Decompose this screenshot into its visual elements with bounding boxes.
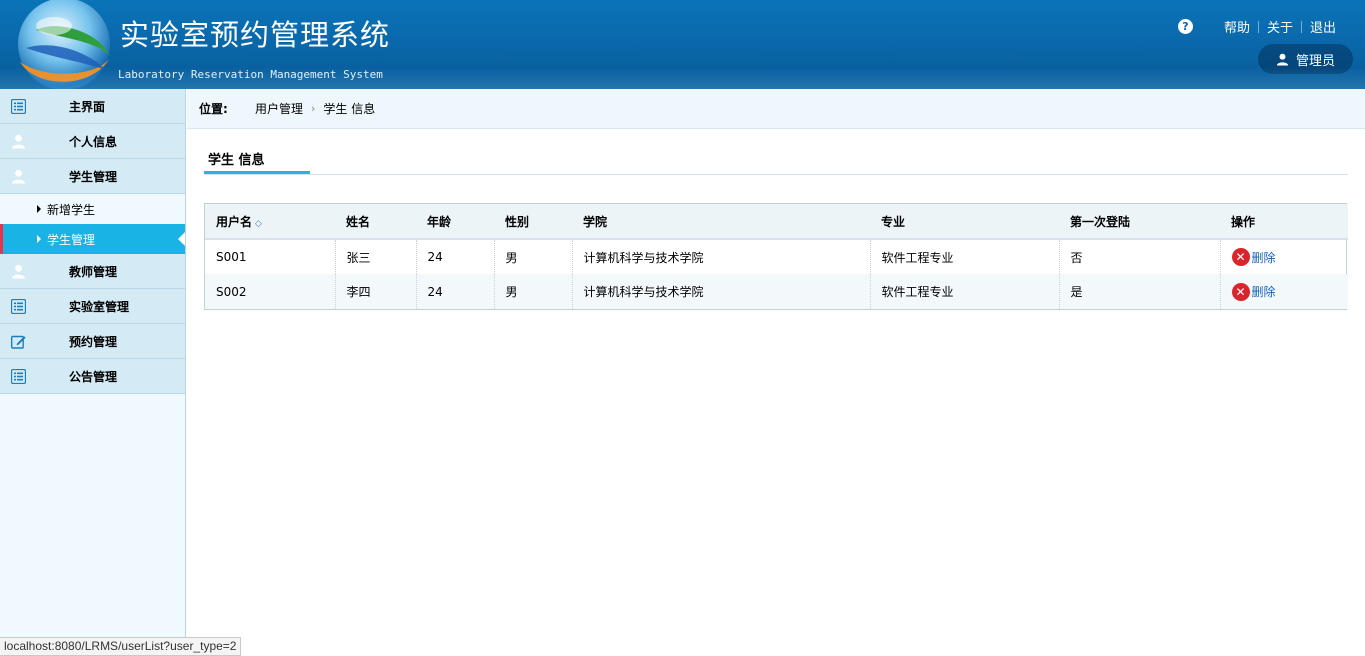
cell-name: 李四: [334, 274, 416, 309]
sidebar-item-label: 教师管理: [69, 264, 118, 279]
cell-age: 24: [415, 274, 494, 309]
about-link[interactable]: 关于: [1267, 17, 1293, 36]
sidebar-item-label: 公告管理: [69, 369, 118, 384]
sidebar-subitem-label: 学生管理: [47, 232, 96, 247]
user-icon: [12, 169, 25, 184]
link-divider: [1258, 20, 1260, 33]
sidebar-item-home[interactable]: 主界面: [0, 89, 185, 124]
sidebar-item-student-mgmt[interactable]: 学生管理: [0, 159, 185, 194]
table-row: S002 李四 24 男 计算机科学与技术学院 软件工程专业 是 ✕ 删除: [205, 274, 1348, 309]
system-title: 实验室预约管理系统: [120, 18, 391, 52]
sidebar-item-profile[interactable]: 个人信息: [0, 124, 185, 159]
cell-major: 软件工程专业: [869, 274, 1059, 309]
table-header-row: 用户名 ◇ 姓名 年龄 性别 学院 专业 第一次登陆 操作: [205, 204, 1348, 240]
column-header-gender: 性别: [494, 204, 572, 240]
delete-icon: ✕: [1231, 282, 1250, 301]
cell-age: 24: [415, 239, 494, 274]
breadcrumb-user-mgmt[interactable]: 用户管理: [255, 100, 303, 117]
cell-name: 张三: [334, 239, 416, 274]
section-tab: 学生 信息: [204, 138, 310, 174]
column-header-age: 年龄: [416, 204, 494, 240]
delete-label: 删除: [1251, 285, 1276, 299]
top-links: 帮助 关于 退出: [1224, 17, 1336, 36]
location-label: 位置:: [199, 102, 228, 116]
sidebar-item-teacher-mgmt[interactable]: 教师管理: [0, 254, 185, 289]
globe-logo-icon: [18, 0, 110, 89]
sidebar: 主界面 个人信息 学生管理 新增学生 学生管理 教师管理 实验室管理 预约管理 …: [0, 89, 186, 656]
cell-gender: 男: [493, 239, 572, 274]
user-icon: [12, 134, 25, 149]
help-icon[interactable]: ?: [1178, 19, 1193, 34]
sidebar-item-label: 学生管理: [69, 169, 118, 184]
cell-college: 计算机科学与技术学院: [571, 239, 870, 274]
sidebar-item-label: 个人信息: [69, 134, 118, 149]
sidebar-item-lab-mgmt[interactable]: 实验室管理: [0, 289, 185, 324]
cell-actions: ✕ 删除: [1219, 239, 1348, 274]
column-header-actions: 操作: [1220, 204, 1348, 240]
list-icon: [11, 369, 26, 384]
sidebar-item-label: 预约管理: [69, 334, 118, 349]
sidebar-item-label: 实验室管理: [69, 299, 130, 314]
delete-label: 删除: [1251, 250, 1276, 265]
status-url: localhost:8080/LRMS/userList?user_type=2: [0, 637, 242, 656]
column-header-name: 姓名: [335, 204, 416, 240]
system-subtitle: Laboratory Reservation Management System: [118, 68, 383, 81]
chevron-right-icon: ›: [311, 102, 316, 115]
column-header-username[interactable]: 用户名 ◇: [205, 204, 335, 240]
link-divider: [1301, 20, 1303, 33]
list-icon: [11, 299, 26, 314]
arrow-right-icon: [37, 235, 41, 243]
cell-actions: ✕ 删除: [1219, 274, 1348, 309]
cell-first-login: 是: [1058, 274, 1220, 309]
arrow-right-icon: [37, 205, 41, 213]
user-role-label: 管理员: [1295, 53, 1335, 69]
column-header-first-login: 第一次登陆: [1059, 204, 1220, 240]
sidebar-subitem-add-student[interactable]: 新增学生: [0, 194, 185, 224]
sort-icon[interactable]: ◇: [255, 219, 262, 229]
sidebar-subitem-label: 新增学生: [47, 202, 96, 217]
header: 实验室预约管理系统 Laboratory Reservation Managem…: [0, 0, 1365, 89]
cell-username: S002: [205, 274, 335, 309]
cell-first-login: 否: [1058, 239, 1220, 274]
sidebar-item-notice-mgmt[interactable]: 公告管理: [0, 359, 185, 394]
column-header-major: 专业: [870, 204, 1059, 240]
section-title: 学生 信息: [208, 153, 265, 168]
breadcrumb-student-info: 学生 信息: [323, 102, 376, 116]
cell-major: 软件工程专业: [869, 239, 1059, 274]
cell-username: S001: [216, 250, 247, 264]
edit-icon: [11, 335, 26, 349]
column-header-college: 学院: [572, 204, 870, 240]
student-table: 用户名 ◇ 姓名 年龄 性别 学院 专业 第一次登陆 操作 S001 张三 24 …: [204, 203, 1348, 310]
sidebar-subitem-student-list[interactable]: 学生管理: [0, 224, 185, 254]
help-link[interactable]: 帮助: [1224, 17, 1250, 36]
breadcrumb: 用户管理 › 学生 信息: [255, 100, 375, 117]
delete-icon: ✕: [1231, 248, 1250, 266]
section-divider: [204, 174, 1348, 175]
user-icon: [12, 264, 25, 279]
user-icon: [1276, 53, 1289, 66]
delete-button[interactable]: ✕ 删除: [1231, 248, 1276, 266]
list-icon: [11, 99, 26, 114]
sidebar-item-label: 主界面: [69, 99, 106, 114]
cell-gender: 男: [493, 274, 572, 309]
delete-button[interactable]: ✕ 删除: [1231, 282, 1276, 301]
location-bar: 位置: 用户管理 › 学生 信息: [187, 89, 1365, 129]
cell-college: 计算机科学与技术学院: [571, 274, 870, 309]
table-row: S001 张三 24 男 计算机科学与技术学院 软件工程专业 否 ✕ 删除: [205, 239, 1348, 274]
user-badge[interactable]: 管理员: [1258, 44, 1353, 74]
logout-link[interactable]: 退出: [1310, 17, 1336, 36]
sidebar-item-reservation-mgmt[interactable]: 预约管理: [0, 324, 185, 359]
